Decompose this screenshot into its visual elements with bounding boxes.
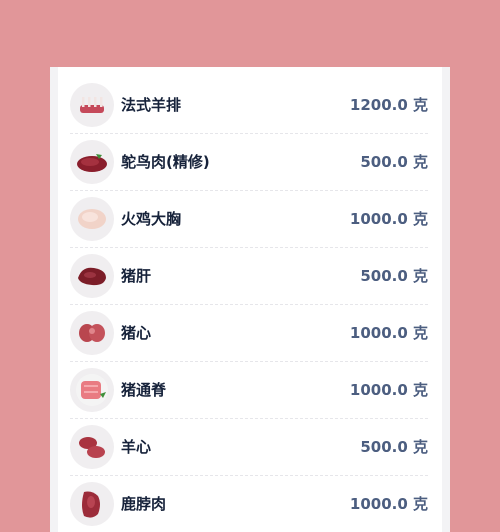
ingredient-list: 法式羊排 1200.0 克 鸵鸟肉(精修) 500.0 克 火鸡大胸 1000.… [70,77,428,532]
lamb-rack-icon [70,83,114,127]
item-name: 法式羊排 [121,96,182,114]
item-name: 鸵鸟肉(精修) [121,153,210,171]
list-item[interactable]: 鸵鸟肉(精修) 500.0 克 [70,134,428,191]
item-name: 羊心 [121,438,152,456]
lamb-heart-icon [70,425,114,469]
list-item[interactable]: 鹿脖肉 1000.0 克 [70,476,428,532]
list-item[interactable]: 猪肝 500.0 克 [70,248,428,305]
pork-loin-icon [70,368,114,412]
item-quantity: 1200.0 克 [349,96,428,114]
item-name: 鹿脖肉 [121,495,167,513]
item-name: 猪肝 [121,267,152,285]
item-quantity: 500.0 克 [360,153,428,171]
pork-heart-icon [70,311,114,355]
item-quantity: 1000.0 克 [349,324,428,342]
item-name: 猪心 [121,324,152,342]
page: 法式羊排 1200.0 克 鸵鸟肉(精修) 500.0 克 火鸡大胸 1000.… [0,0,500,532]
item-quantity: 1000.0 克 [349,381,428,399]
list-item[interactable]: 羊心 500.0 克 [70,419,428,476]
ingredient-list-card: 法式羊排 1200.0 克 鸵鸟肉(精修) 500.0 克 火鸡大胸 1000.… [50,67,450,532]
list-item[interactable]: 猪通脊 1000.0 克 [70,362,428,419]
turkey-breast-icon [70,197,114,241]
ostrich-meat-icon [70,140,114,184]
item-quantity: 500.0 克 [360,438,428,456]
item-name: 火鸡大胸 [121,210,182,228]
item-name: 猪通脊 [121,381,167,399]
list-item[interactable]: 法式羊排 1200.0 克 [70,77,428,134]
item-quantity: 1000.0 克 [349,210,428,228]
item-quantity: 500.0 克 [360,267,428,285]
pork-liver-icon [70,254,114,298]
list-item[interactable]: 火鸡大胸 1000.0 克 [70,191,428,248]
list-item[interactable]: 猪心 1000.0 克 [70,305,428,362]
item-quantity: 1000.0 克 [349,495,428,513]
venison-neck-icon [70,482,114,526]
